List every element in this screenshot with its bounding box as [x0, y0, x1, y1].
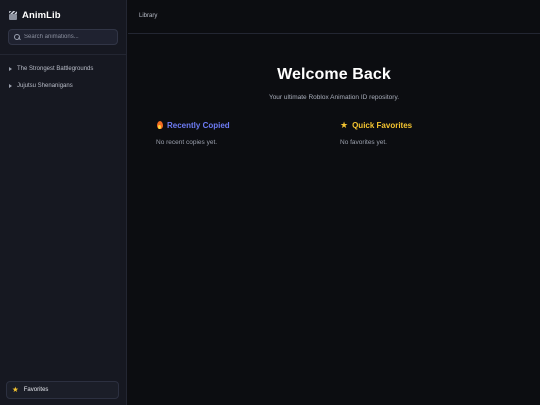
game-list: The Strongest Battlegrounds Jujutsu Shen…	[9, 64, 93, 98]
recently-copied-title: Recently Copied	[167, 121, 230, 130]
search-icon	[14, 34, 20, 40]
sidebar-item-label: The Strongest Battlegrounds	[17, 65, 94, 72]
sidebar-item-jujutsu-shenanigans[interactable]: Jujutsu Shenanigans	[9, 81, 93, 90]
sidebar: AnimLib The Strongest Battlegrounds Juju…	[0, 0, 127, 405]
sidebar-item-the-strongest-battlegrounds[interactable]: The Strongest Battlegrounds	[9, 64, 93, 73]
page-title: Welcome Back	[277, 66, 391, 83]
favorites-button[interactable]: ★ Favorites	[6, 381, 119, 399]
quick-favorites-heading: ★ Quick Favorites	[340, 120, 413, 131]
quick-favorites-title: Quick Favorites	[352, 121, 413, 130]
breadcrumb[interactable]: Library	[139, 13, 157, 19]
star-icon: ★	[340, 120, 349, 130]
recently-copied-empty: No recent copies yet.	[156, 139, 218, 146]
caret-right-icon	[9, 83, 12, 88]
top-bar: Library	[128, 0, 540, 34]
caret-right-icon	[9, 66, 12, 71]
search-input[interactable]	[24, 34, 116, 40]
brand-name: AnimLib	[22, 9, 61, 21]
brand[interactable]: AnimLib	[9, 9, 61, 21]
favorites-label: Favorites	[23, 387, 49, 393]
flame-icon	[156, 121, 163, 130]
quick-favorites-empty: No favorites yet.	[340, 139, 387, 146]
search-box[interactable]	[8, 29, 118, 45]
page-subtitle: Your ultimate Roblox Animation ID reposi…	[268, 94, 400, 101]
clapperboard-icon	[9, 10, 17, 20]
star-icon: ★	[12, 385, 19, 395]
sidebar-item-label: Jujutsu Shenanigans	[17, 82, 73, 89]
sidebar-divider	[0, 54, 127, 55]
main-content: Library Welcome Back Your ultimate Roblo…	[128, 0, 540, 405]
recently-copied-heading: Recently Copied	[156, 121, 230, 130]
